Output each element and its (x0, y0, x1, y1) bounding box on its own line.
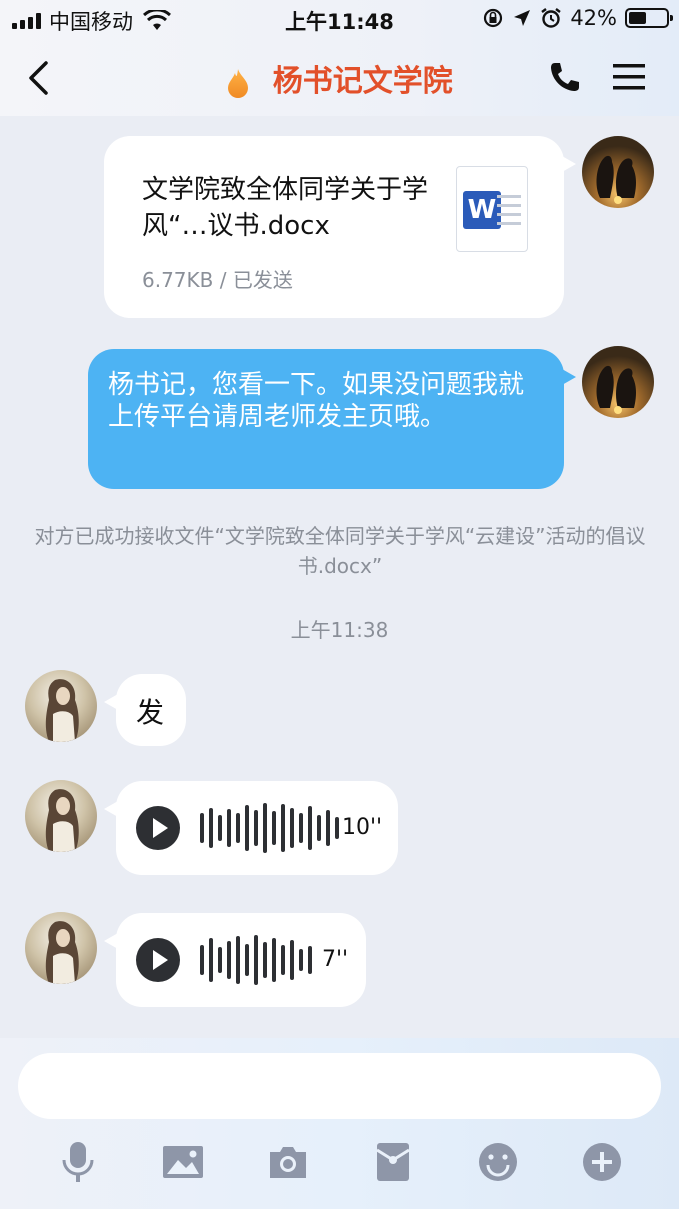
alarm-icon (541, 8, 562, 28)
contact-avatar[interactable] (25, 670, 97, 742)
input-area (0, 1038, 679, 1209)
voice-waveform (200, 934, 312, 986)
voice-message-bubble[interactable]: 10'' (104, 781, 398, 875)
file-message-bubble[interactable]: 文学院致全体同学关于学风“…议书.docx 6.77KB / 已发送 W (104, 136, 576, 318)
menu-icon[interactable] (612, 62, 646, 92)
word-icon: W (456, 166, 528, 252)
message-text: 杨书记，您看一下。如果没问题我就上传平台请周老师发主页哦。 (108, 370, 525, 432)
chat-area[interactable]: 文学院致全体同学关于学风“…议书.docx 6.77KB / 已发送 W 杨书记… (0, 116, 679, 1038)
play-icon[interactable] (136, 806, 180, 850)
contact-avatar[interactable] (25, 912, 97, 984)
penguin-avatar-image (596, 155, 636, 204)
contact-avatar[interactable] (25, 780, 97, 852)
rotation-lock-icon (484, 8, 503, 28)
file-name: 文学院致全体同学关于学风“…议书.docx (142, 175, 429, 241)
flame-icon (228, 68, 249, 98)
image-icon[interactable] (161, 1140, 205, 1184)
system-notice: 对方已成功接收文件“文学院致全体同学关于学风“云建设”活动的倡议书.docx” (34, 524, 646, 578)
text-message-bubble[interactable]: 杨书记，您看一下。如果没问题我就上传平台请周老师发主页哦。 (88, 349, 576, 489)
status-bar: 中国移动 上午11:48 42% (0, 0, 679, 38)
location-icon (514, 10, 531, 26)
message-input[interactable] (18, 1053, 661, 1119)
timestamp: 上午11:38 (290, 618, 389, 642)
reply-bubble[interactable]: 发 (104, 674, 186, 746)
file-meta: 6.77KB / 已发送 (142, 268, 293, 292)
battery-percent: 42% (570, 6, 617, 30)
voice-message-bubble[interactable]: 7'' (104, 913, 366, 1007)
nav-bar: 杨书记文学院 (0, 38, 679, 116)
voice-duration: 10'' (342, 815, 383, 840)
voice-waveform (200, 802, 339, 854)
battery-icon (625, 8, 673, 28)
girl-avatar-image (45, 921, 79, 984)
girl-avatar-image (45, 789, 79, 852)
emoji-icon[interactable] (476, 1140, 520, 1184)
chat-title-label: 杨书记文学院 (272, 64, 453, 99)
red-packet-icon[interactable] (371, 1140, 415, 1184)
my-avatar[interactable] (582, 346, 654, 418)
phone-icon[interactable] (548, 60, 582, 94)
voice-duration: 7'' (322, 947, 349, 972)
my-avatar[interactable] (582, 136, 654, 208)
reply-text: 发 (136, 696, 165, 729)
camera-icon[interactable] (266, 1140, 310, 1184)
status-right: 42% (482, 6, 673, 30)
microphone-icon[interactable] (56, 1140, 100, 1184)
play-icon[interactable] (136, 938, 180, 982)
girl-avatar-image (45, 679, 79, 742)
penguin-avatar-image (596, 365, 636, 414)
plus-icon[interactable] (580, 1140, 624, 1184)
